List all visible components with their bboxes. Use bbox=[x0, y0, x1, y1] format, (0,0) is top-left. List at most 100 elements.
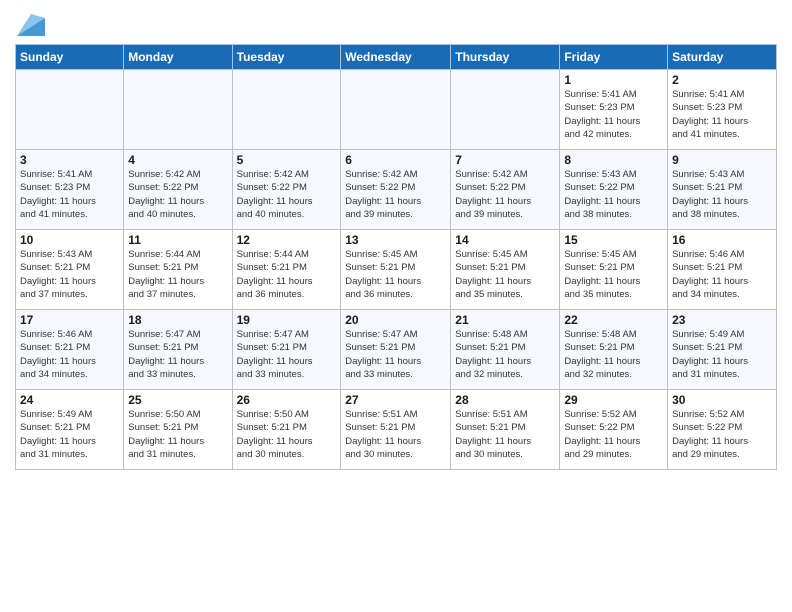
day-number: 29 bbox=[564, 393, 663, 407]
calendar-day-cell: 11Sunrise: 5:44 AM Sunset: 5:21 PM Dayli… bbox=[124, 230, 232, 310]
day-info: Sunrise: 5:44 AM Sunset: 5:21 PM Dayligh… bbox=[237, 248, 337, 301]
day-info: Sunrise: 5:47 AM Sunset: 5:21 PM Dayligh… bbox=[128, 328, 227, 381]
calendar-day-cell: 25Sunrise: 5:50 AM Sunset: 5:21 PM Dayli… bbox=[124, 390, 232, 470]
day-number: 15 bbox=[564, 233, 663, 247]
calendar-day-cell bbox=[16, 70, 124, 150]
calendar-day-cell: 20Sunrise: 5:47 AM Sunset: 5:21 PM Dayli… bbox=[341, 310, 451, 390]
day-number: 19 bbox=[237, 313, 337, 327]
day-info: Sunrise: 5:42 AM Sunset: 5:22 PM Dayligh… bbox=[128, 168, 227, 221]
calendar-day-cell: 24Sunrise: 5:49 AM Sunset: 5:21 PM Dayli… bbox=[16, 390, 124, 470]
day-info: Sunrise: 5:47 AM Sunset: 5:21 PM Dayligh… bbox=[237, 328, 337, 381]
day-info: Sunrise: 5:45 AM Sunset: 5:21 PM Dayligh… bbox=[345, 248, 446, 301]
calendar-week-row: 1Sunrise: 5:41 AM Sunset: 5:23 PM Daylig… bbox=[16, 70, 777, 150]
day-info: Sunrise: 5:45 AM Sunset: 5:21 PM Dayligh… bbox=[564, 248, 663, 301]
calendar-day-cell: 30Sunrise: 5:52 AM Sunset: 5:22 PM Dayli… bbox=[668, 390, 777, 470]
calendar-day-cell: 23Sunrise: 5:49 AM Sunset: 5:21 PM Dayli… bbox=[668, 310, 777, 390]
day-info: Sunrise: 5:49 AM Sunset: 5:21 PM Dayligh… bbox=[672, 328, 772, 381]
day-number: 26 bbox=[237, 393, 337, 407]
day-info: Sunrise: 5:50 AM Sunset: 5:21 PM Dayligh… bbox=[128, 408, 227, 461]
calendar-day-cell: 2Sunrise: 5:41 AM Sunset: 5:23 PM Daylig… bbox=[668, 70, 777, 150]
day-number: 21 bbox=[455, 313, 555, 327]
logo-icon bbox=[17, 14, 45, 36]
day-number: 20 bbox=[345, 313, 446, 327]
day-of-week-header: Thursday bbox=[451, 45, 560, 70]
day-number: 7 bbox=[455, 153, 555, 167]
header bbox=[15, 10, 777, 36]
day-info: Sunrise: 5:43 AM Sunset: 5:22 PM Dayligh… bbox=[564, 168, 663, 221]
calendar-day-cell: 21Sunrise: 5:48 AM Sunset: 5:21 PM Dayli… bbox=[451, 310, 560, 390]
day-number: 22 bbox=[564, 313, 663, 327]
calendar-week-row: 24Sunrise: 5:49 AM Sunset: 5:21 PM Dayli… bbox=[16, 390, 777, 470]
calendar-day-cell: 12Sunrise: 5:44 AM Sunset: 5:21 PM Dayli… bbox=[232, 230, 341, 310]
day-of-week-header: Tuesday bbox=[232, 45, 341, 70]
calendar-day-cell: 4Sunrise: 5:42 AM Sunset: 5:22 PM Daylig… bbox=[124, 150, 232, 230]
calendar-day-cell: 29Sunrise: 5:52 AM Sunset: 5:22 PM Dayli… bbox=[560, 390, 668, 470]
day-of-week-header: Saturday bbox=[668, 45, 777, 70]
calendar-day-cell: 27Sunrise: 5:51 AM Sunset: 5:21 PM Dayli… bbox=[341, 390, 451, 470]
day-info: Sunrise: 5:42 AM Sunset: 5:22 PM Dayligh… bbox=[237, 168, 337, 221]
day-of-week-header: Wednesday bbox=[341, 45, 451, 70]
calendar-day-cell: 3Sunrise: 5:41 AM Sunset: 5:23 PM Daylig… bbox=[16, 150, 124, 230]
day-info: Sunrise: 5:43 AM Sunset: 5:21 PM Dayligh… bbox=[672, 168, 772, 221]
day-info: Sunrise: 5:46 AM Sunset: 5:21 PM Dayligh… bbox=[672, 248, 772, 301]
calendar-day-cell: 5Sunrise: 5:42 AM Sunset: 5:22 PM Daylig… bbox=[232, 150, 341, 230]
calendar-day-cell bbox=[451, 70, 560, 150]
calendar-day-cell: 13Sunrise: 5:45 AM Sunset: 5:21 PM Dayli… bbox=[341, 230, 451, 310]
day-number: 24 bbox=[20, 393, 119, 407]
day-number: 2 bbox=[672, 73, 772, 87]
calendar-day-cell: 19Sunrise: 5:47 AM Sunset: 5:21 PM Dayli… bbox=[232, 310, 341, 390]
day-number: 17 bbox=[20, 313, 119, 327]
day-info: Sunrise: 5:48 AM Sunset: 5:21 PM Dayligh… bbox=[455, 328, 555, 381]
day-number: 6 bbox=[345, 153, 446, 167]
day-number: 25 bbox=[128, 393, 227, 407]
day-number: 13 bbox=[345, 233, 446, 247]
day-number: 10 bbox=[20, 233, 119, 247]
day-info: Sunrise: 5:46 AM Sunset: 5:21 PM Dayligh… bbox=[20, 328, 119, 381]
calendar-day-cell: 17Sunrise: 5:46 AM Sunset: 5:21 PM Dayli… bbox=[16, 310, 124, 390]
calendar-day-cell: 6Sunrise: 5:42 AM Sunset: 5:22 PM Daylig… bbox=[341, 150, 451, 230]
calendar-day-cell: 26Sunrise: 5:50 AM Sunset: 5:21 PM Dayli… bbox=[232, 390, 341, 470]
day-number: 16 bbox=[672, 233, 772, 247]
calendar-day-cell bbox=[124, 70, 232, 150]
day-number: 5 bbox=[237, 153, 337, 167]
calendar-header-row: SundayMondayTuesdayWednesdayThursdayFrid… bbox=[16, 45, 777, 70]
day-number: 9 bbox=[672, 153, 772, 167]
day-info: Sunrise: 5:47 AM Sunset: 5:21 PM Dayligh… bbox=[345, 328, 446, 381]
day-info: Sunrise: 5:42 AM Sunset: 5:22 PM Dayligh… bbox=[345, 168, 446, 221]
day-info: Sunrise: 5:52 AM Sunset: 5:22 PM Dayligh… bbox=[672, 408, 772, 461]
calendar-day-cell: 7Sunrise: 5:42 AM Sunset: 5:22 PM Daylig… bbox=[451, 150, 560, 230]
day-info: Sunrise: 5:50 AM Sunset: 5:21 PM Dayligh… bbox=[237, 408, 337, 461]
day-number: 14 bbox=[455, 233, 555, 247]
day-info: Sunrise: 5:51 AM Sunset: 5:21 PM Dayligh… bbox=[455, 408, 555, 461]
calendar-day-cell: 28Sunrise: 5:51 AM Sunset: 5:21 PM Dayli… bbox=[451, 390, 560, 470]
day-number: 18 bbox=[128, 313, 227, 327]
calendar-week-row: 10Sunrise: 5:43 AM Sunset: 5:21 PM Dayli… bbox=[16, 230, 777, 310]
calendar-day-cell: 18Sunrise: 5:47 AM Sunset: 5:21 PM Dayli… bbox=[124, 310, 232, 390]
logo bbox=[15, 14, 45, 36]
day-info: Sunrise: 5:41 AM Sunset: 5:23 PM Dayligh… bbox=[672, 88, 772, 141]
day-info: Sunrise: 5:51 AM Sunset: 5:21 PM Dayligh… bbox=[345, 408, 446, 461]
day-number: 4 bbox=[128, 153, 227, 167]
day-info: Sunrise: 5:41 AM Sunset: 5:23 PM Dayligh… bbox=[20, 168, 119, 221]
calendar-week-row: 3Sunrise: 5:41 AM Sunset: 5:23 PM Daylig… bbox=[16, 150, 777, 230]
calendar-table: SundayMondayTuesdayWednesdayThursdayFrid… bbox=[15, 44, 777, 470]
day-number: 23 bbox=[672, 313, 772, 327]
day-number: 1 bbox=[564, 73, 663, 87]
day-of-week-header: Monday bbox=[124, 45, 232, 70]
calendar-day-cell: 14Sunrise: 5:45 AM Sunset: 5:21 PM Dayli… bbox=[451, 230, 560, 310]
calendar-day-cell: 10Sunrise: 5:43 AM Sunset: 5:21 PM Dayli… bbox=[16, 230, 124, 310]
day-number: 27 bbox=[345, 393, 446, 407]
day-number: 8 bbox=[564, 153, 663, 167]
day-info: Sunrise: 5:41 AM Sunset: 5:23 PM Dayligh… bbox=[564, 88, 663, 141]
calendar-day-cell bbox=[232, 70, 341, 150]
calendar-day-cell: 8Sunrise: 5:43 AM Sunset: 5:22 PM Daylig… bbox=[560, 150, 668, 230]
calendar-day-cell bbox=[341, 70, 451, 150]
day-number: 30 bbox=[672, 393, 772, 407]
day-number: 3 bbox=[20, 153, 119, 167]
day-info: Sunrise: 5:49 AM Sunset: 5:21 PM Dayligh… bbox=[20, 408, 119, 461]
day-info: Sunrise: 5:45 AM Sunset: 5:21 PM Dayligh… bbox=[455, 248, 555, 301]
calendar-day-cell: 22Sunrise: 5:48 AM Sunset: 5:21 PM Dayli… bbox=[560, 310, 668, 390]
day-of-week-header: Sunday bbox=[16, 45, 124, 70]
day-info: Sunrise: 5:52 AM Sunset: 5:22 PM Dayligh… bbox=[564, 408, 663, 461]
day-of-week-header: Friday bbox=[560, 45, 668, 70]
